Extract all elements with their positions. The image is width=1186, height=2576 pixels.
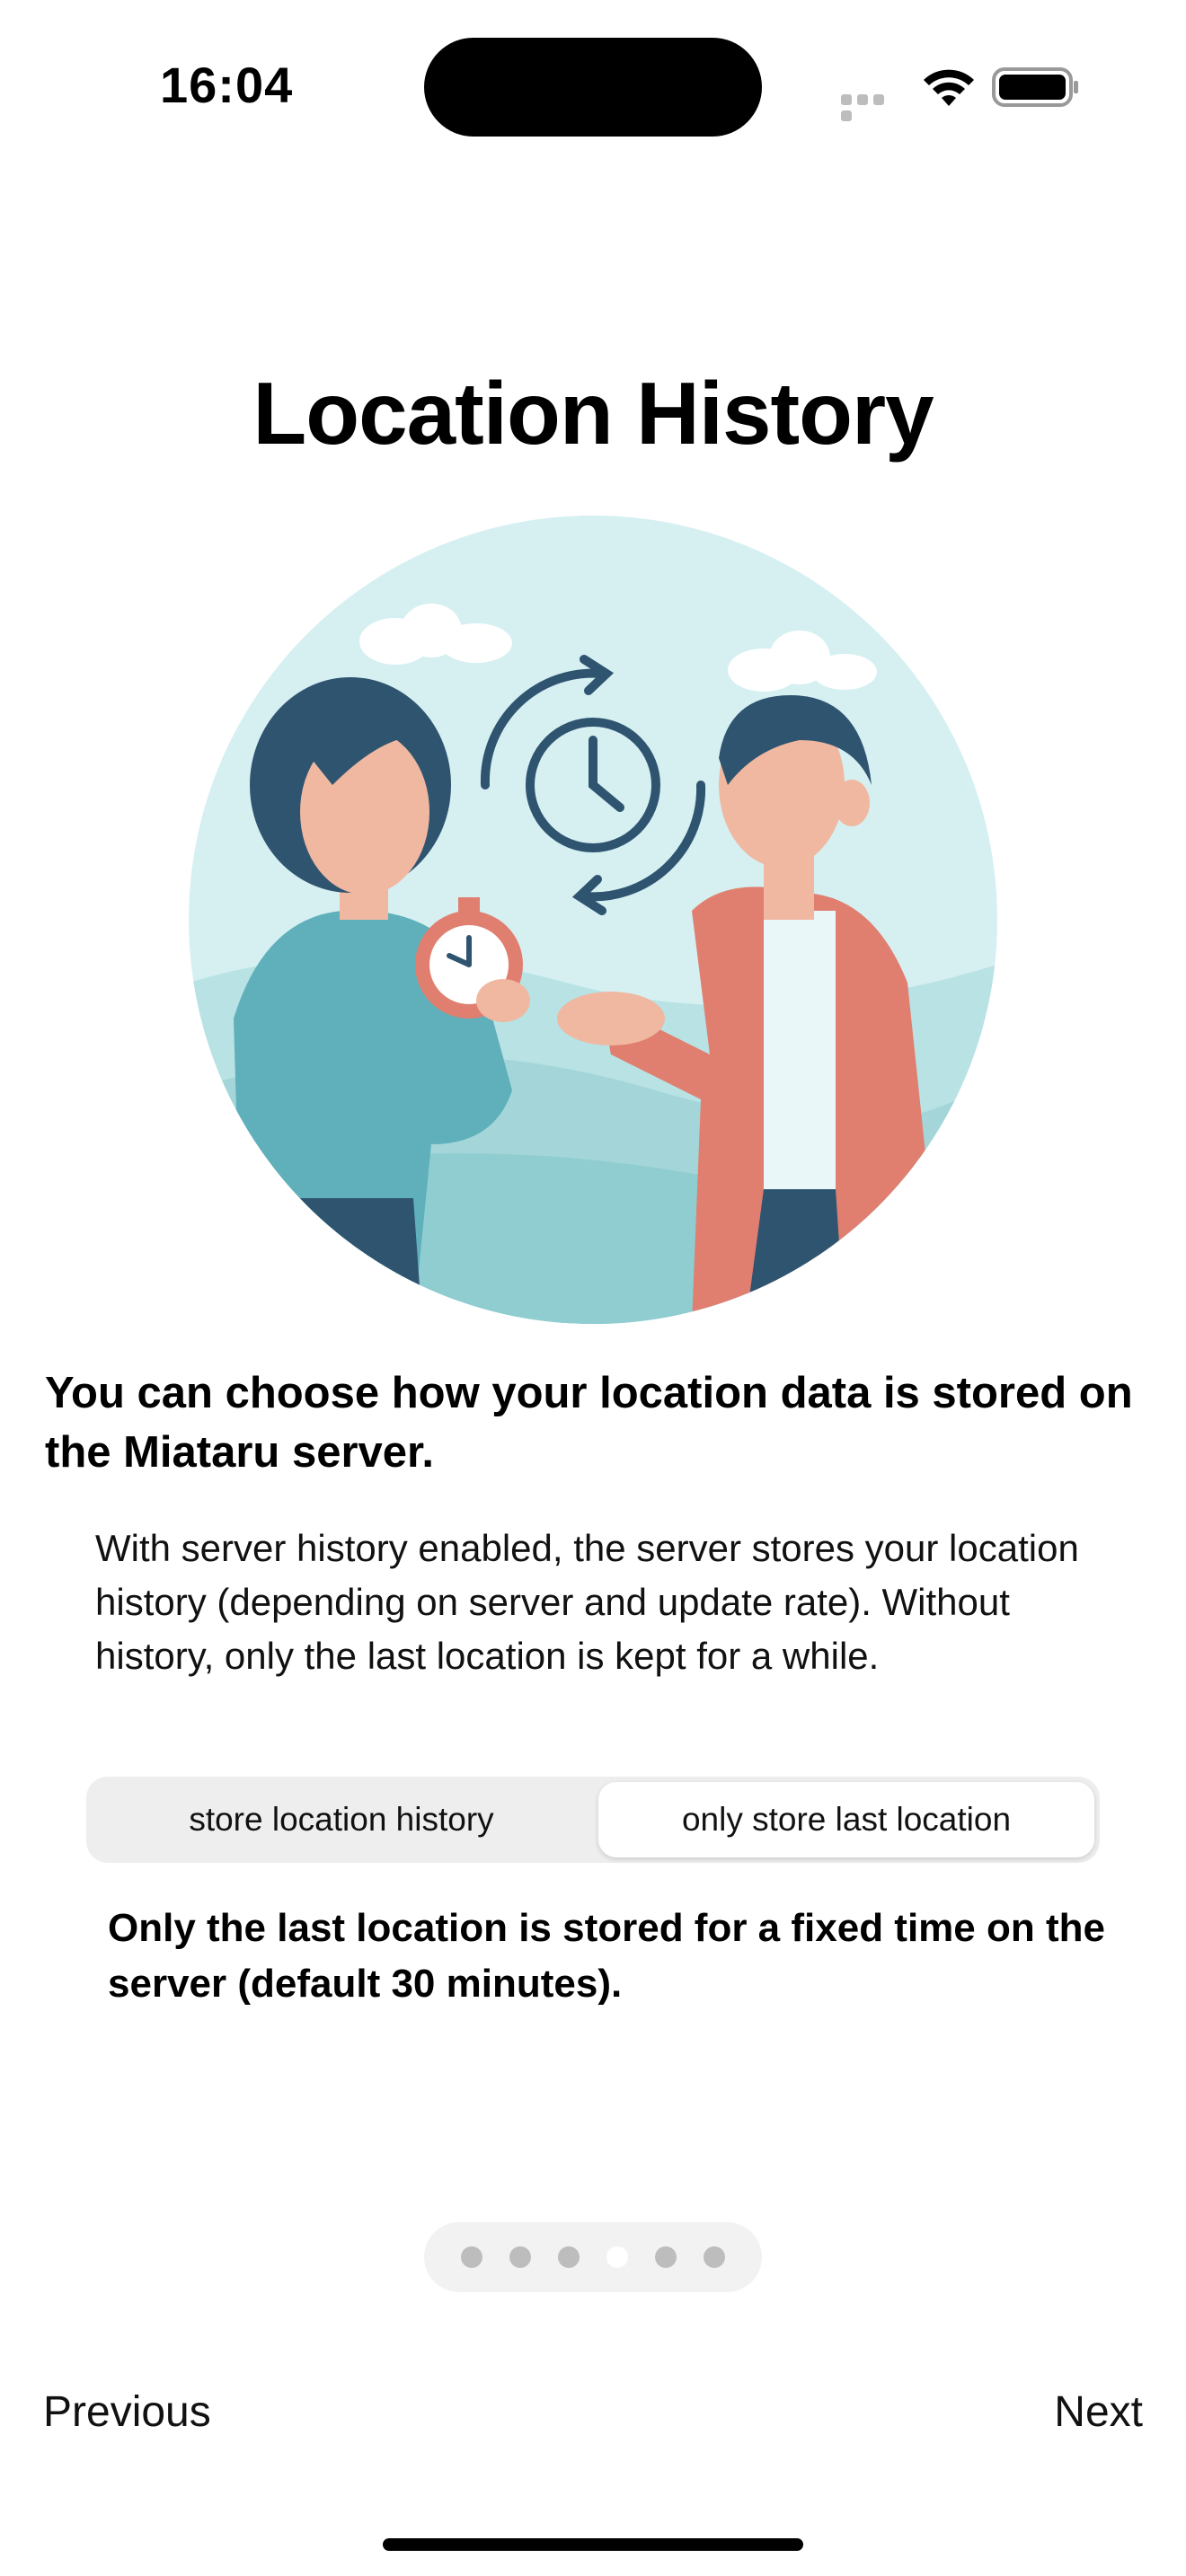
- signal-dots-icon: [841, 93, 902, 121]
- selected-option-description: Only the last location is stored for a f…: [108, 1906, 1105, 2006]
- page-title: Location History: [252, 364, 934, 463]
- page-dot-1[interactable]: [461, 2246, 482, 2268]
- page-dot-6[interactable]: [704, 2246, 725, 2268]
- battery-icon: [992, 67, 1078, 107]
- page-dot-3[interactable]: [558, 2246, 580, 2268]
- location-history-illustration: [189, 516, 997, 1324]
- page-dot-2[interactable]: [509, 2246, 531, 2268]
- dynamic-island: [424, 38, 762, 137]
- status-time: 16:04: [160, 57, 294, 113]
- body-text: With server history enabled, the server …: [95, 1527, 1079, 1677]
- history-mode-segmented-control[interactable]: store location history only store last l…: [86, 1777, 1100, 1863]
- segment-store-location-history[interactable]: store location history: [92, 1782, 591, 1857]
- next-button[interactable]: Next: [1054, 2387, 1143, 2437]
- home-indicator[interactable]: [383, 2538, 803, 2551]
- page-indicator[interactable]: [424, 2222, 762, 2292]
- wifi-icon: [924, 69, 974, 106]
- page-dot-5[interactable]: [655, 2246, 677, 2268]
- previous-button[interactable]: Previous: [43, 2387, 211, 2437]
- headline: You can choose how your location data is…: [45, 1369, 1133, 1477]
- segment-only-store-last-location[interactable]: only store last location: [598, 1782, 1094, 1857]
- page-dot-4-current[interactable]: [606, 2246, 628, 2268]
